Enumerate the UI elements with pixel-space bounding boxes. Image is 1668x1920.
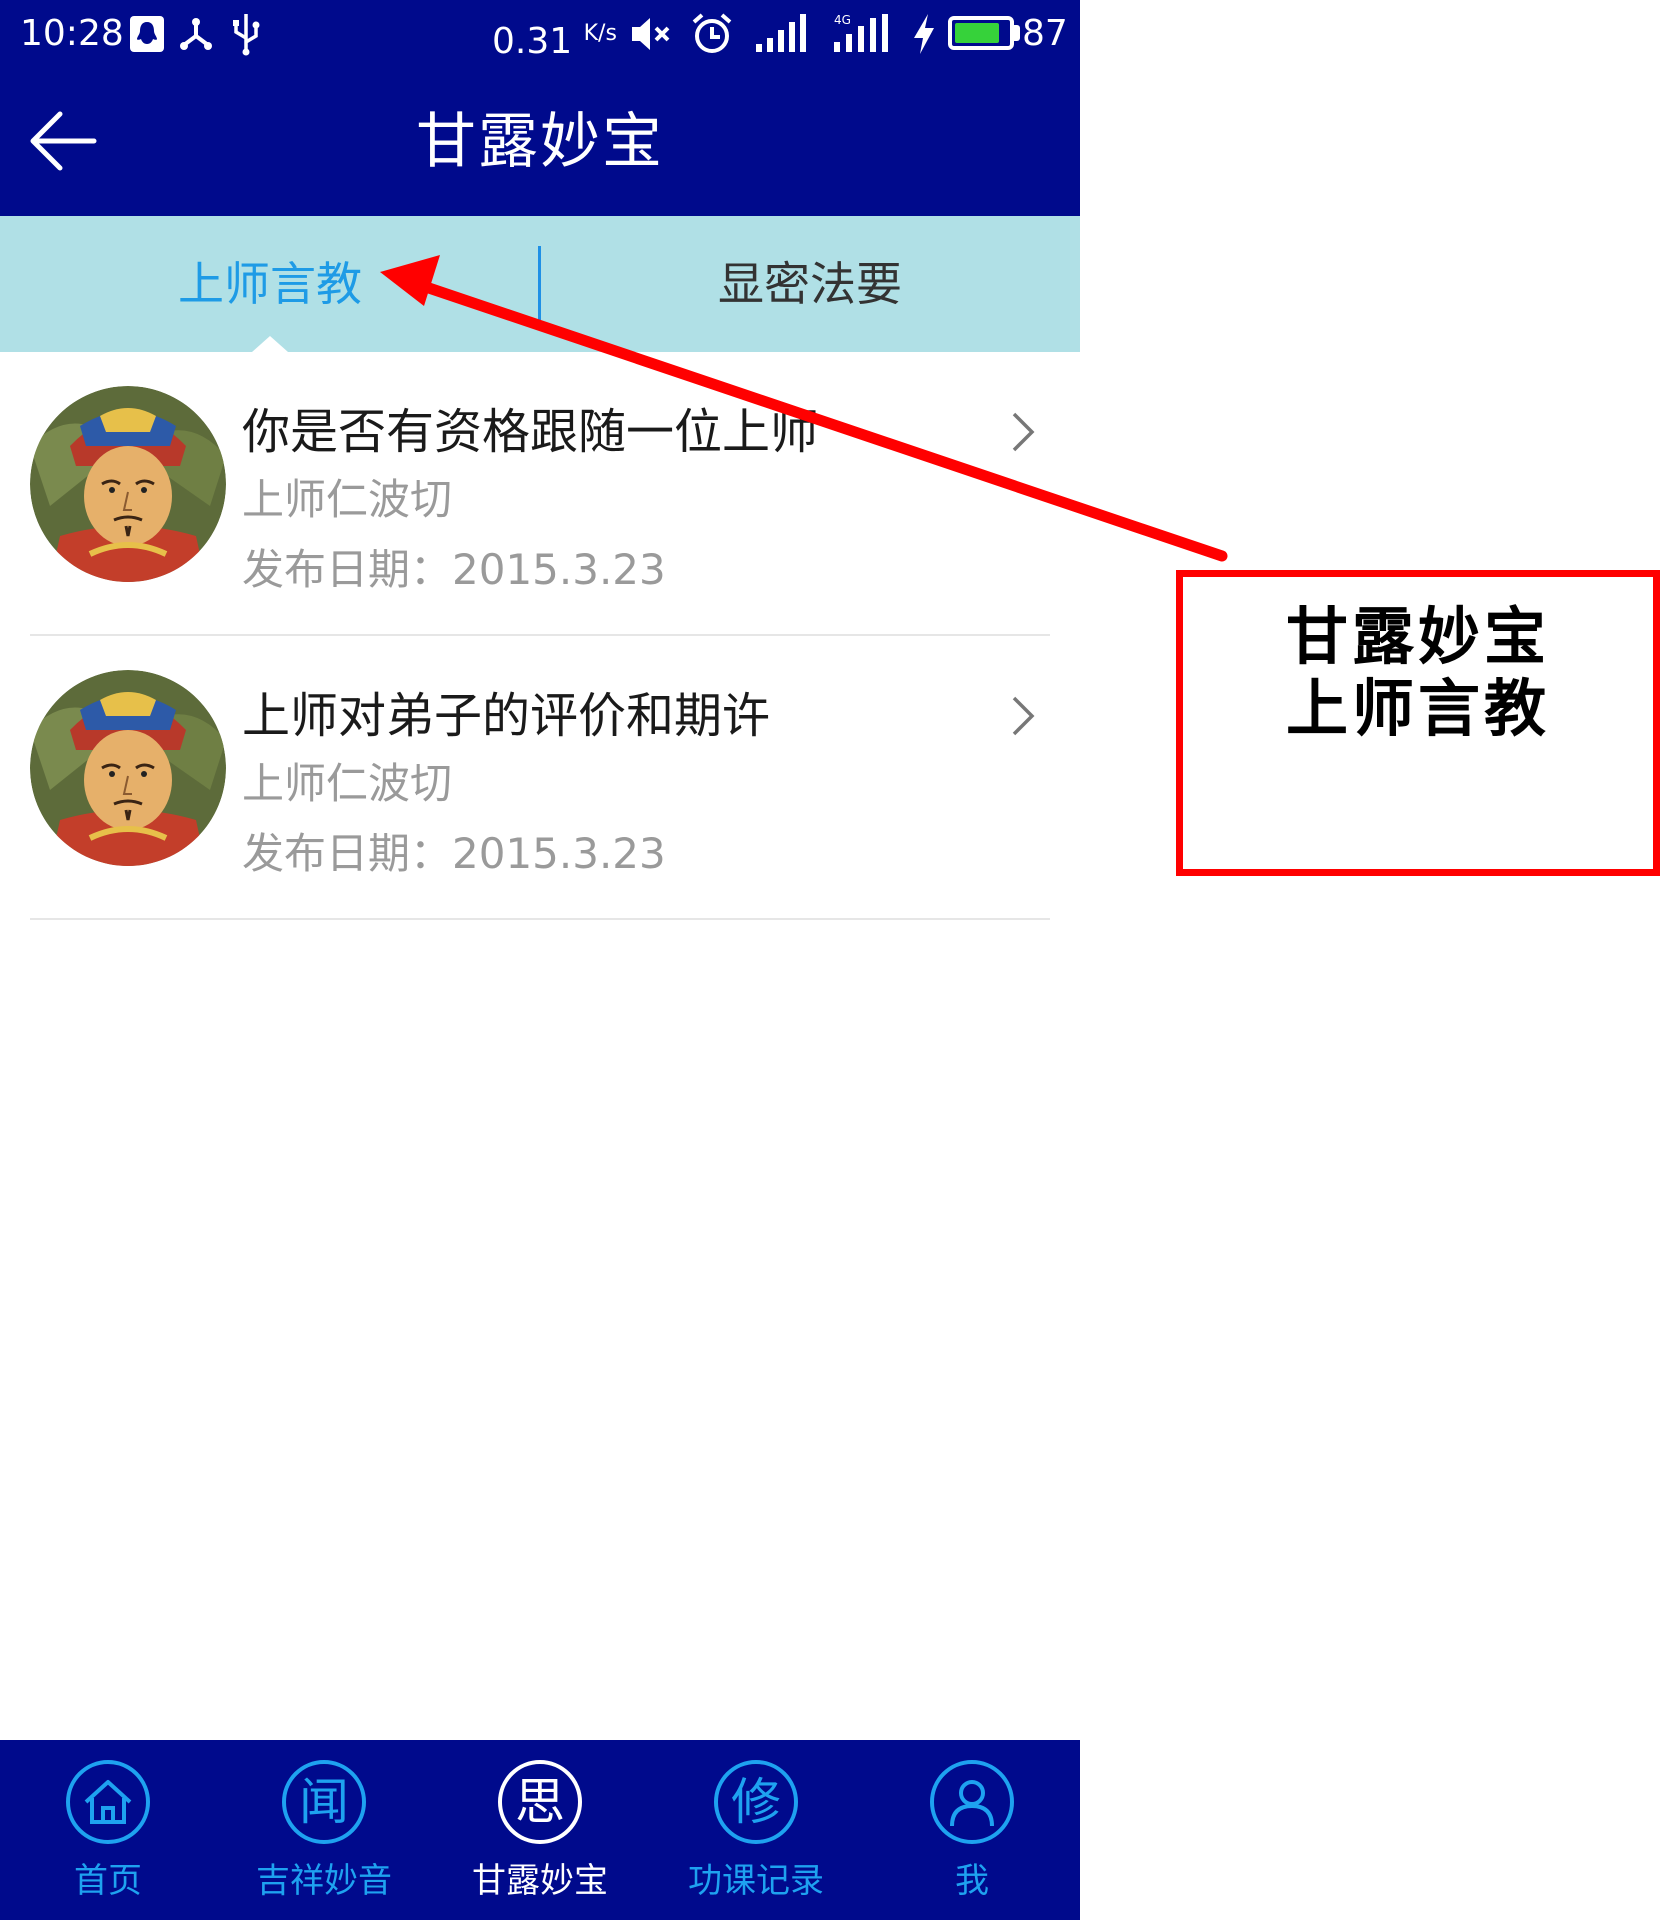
tab-bar: 上师言教 显密法要 bbox=[0, 216, 1080, 352]
status-bar: 10:28 0.31 K/s 4G 87 bbox=[0, 0, 1080, 68]
page-title: 甘露妙宝 bbox=[416, 107, 664, 177]
nav-home[interactable]: 首页 bbox=[0, 1740, 216, 1920]
battery-tip bbox=[1014, 25, 1020, 41]
status-time: 10:28 bbox=[20, 13, 124, 54]
net-speed-value: 0.31 bbox=[492, 21, 573, 62]
nav-amrita-treasure[interactable]: 思 甘露妙宝 bbox=[432, 1740, 648, 1920]
net-speed-unit: K/s bbox=[583, 21, 617, 46]
svg-text:4G: 4G bbox=[834, 13, 851, 27]
tab-sutra-tantra-essentials[interactable]: 显密法要 bbox=[540, 216, 1080, 352]
chevron-right-icon bbox=[1012, 412, 1035, 452]
item-date: 发布日期：2015.3.23 bbox=[242, 829, 666, 878]
user-icon bbox=[930, 1760, 1014, 1844]
battery-icon bbox=[948, 16, 1014, 50]
list-item[interactable]: 上师对弟子的评价和期许 上师仁波切 发布日期：2015.3.23 bbox=[0, 636, 1080, 920]
item-title: 上师对弟子的评价和期许 bbox=[242, 688, 771, 744]
signal-4g-icon: 4G bbox=[834, 13, 888, 52]
share-icon bbox=[180, 18, 212, 50]
battery-level: 87 bbox=[1022, 13, 1068, 54]
item-author: 上师仁波切 bbox=[242, 759, 453, 808]
annotation-line-1: 甘露妙宝 bbox=[1285, 600, 1550, 673]
nav-practice-record[interactable]: 修 功课记录 bbox=[648, 1740, 864, 1920]
home-icon bbox=[66, 1760, 150, 1844]
signal-icon bbox=[756, 14, 806, 52]
nav-label: 甘露妙宝 bbox=[472, 1861, 608, 1901]
phone-screen: 10:28 0.31 K/s 4G 87 甘露妙宝 上师言教 显密法要 你是否有… bbox=[0, 0, 1080, 1920]
annotation-box: 甘露妙宝 上师言教 bbox=[1176, 570, 1660, 876]
item-author: 上师仁波切 bbox=[242, 475, 453, 524]
tab-guru-teachings[interactable]: 上师言教 bbox=[0, 216, 540, 352]
divider bbox=[30, 918, 1050, 920]
app-header: 甘露妙宝 bbox=[0, 68, 1080, 216]
qq-icon bbox=[130, 16, 164, 52]
battery-fill bbox=[955, 23, 1000, 43]
list-item[interactable]: 你是否有资格跟随一位上师 上师仁波切 发布日期：2015.3.23 bbox=[0, 352, 1080, 636]
annotation-line-2: 上师言教 bbox=[1285, 672, 1550, 745]
guru-avatar bbox=[30, 386, 226, 582]
chevron-right-icon bbox=[1012, 696, 1035, 736]
article-list: 你是否有资格跟随一位上师 上师仁波切 发布日期：2015.3.23 上师对弟子的… bbox=[0, 352, 1080, 920]
charging-icon bbox=[914, 14, 934, 54]
nav-label: 首页 bbox=[74, 1861, 142, 1901]
nav-label: 功课记录 bbox=[688, 1861, 824, 1901]
usb-icon bbox=[233, 14, 260, 56]
nav-label: 吉祥妙音 bbox=[256, 1861, 392, 1901]
alarm-icon bbox=[692, 13, 732, 53]
guru-avatar bbox=[30, 670, 226, 866]
nav-me[interactable]: 我 bbox=[864, 1740, 1080, 1920]
mute-icon bbox=[632, 18, 670, 50]
listen-icon: 闻 bbox=[282, 1760, 366, 1844]
nav-label: 我 bbox=[955, 1861, 989, 1901]
item-title: 你是否有资格跟随一位上师 bbox=[242, 404, 819, 460]
net-speed: 0.31 K/s bbox=[492, 10, 617, 66]
item-date: 发布日期：2015.3.23 bbox=[242, 545, 666, 594]
active-tab-indicator bbox=[252, 336, 288, 352]
nav-listen[interactable]: 闻 吉祥妙音 bbox=[216, 1740, 432, 1920]
practice-icon: 修 bbox=[714, 1760, 798, 1844]
contemplate-icon: 思 bbox=[498, 1760, 582, 1844]
bottom-nav: 首页 闻 吉祥妙音 思 甘露妙宝 修 功课记录 我 bbox=[0, 1740, 1080, 1920]
